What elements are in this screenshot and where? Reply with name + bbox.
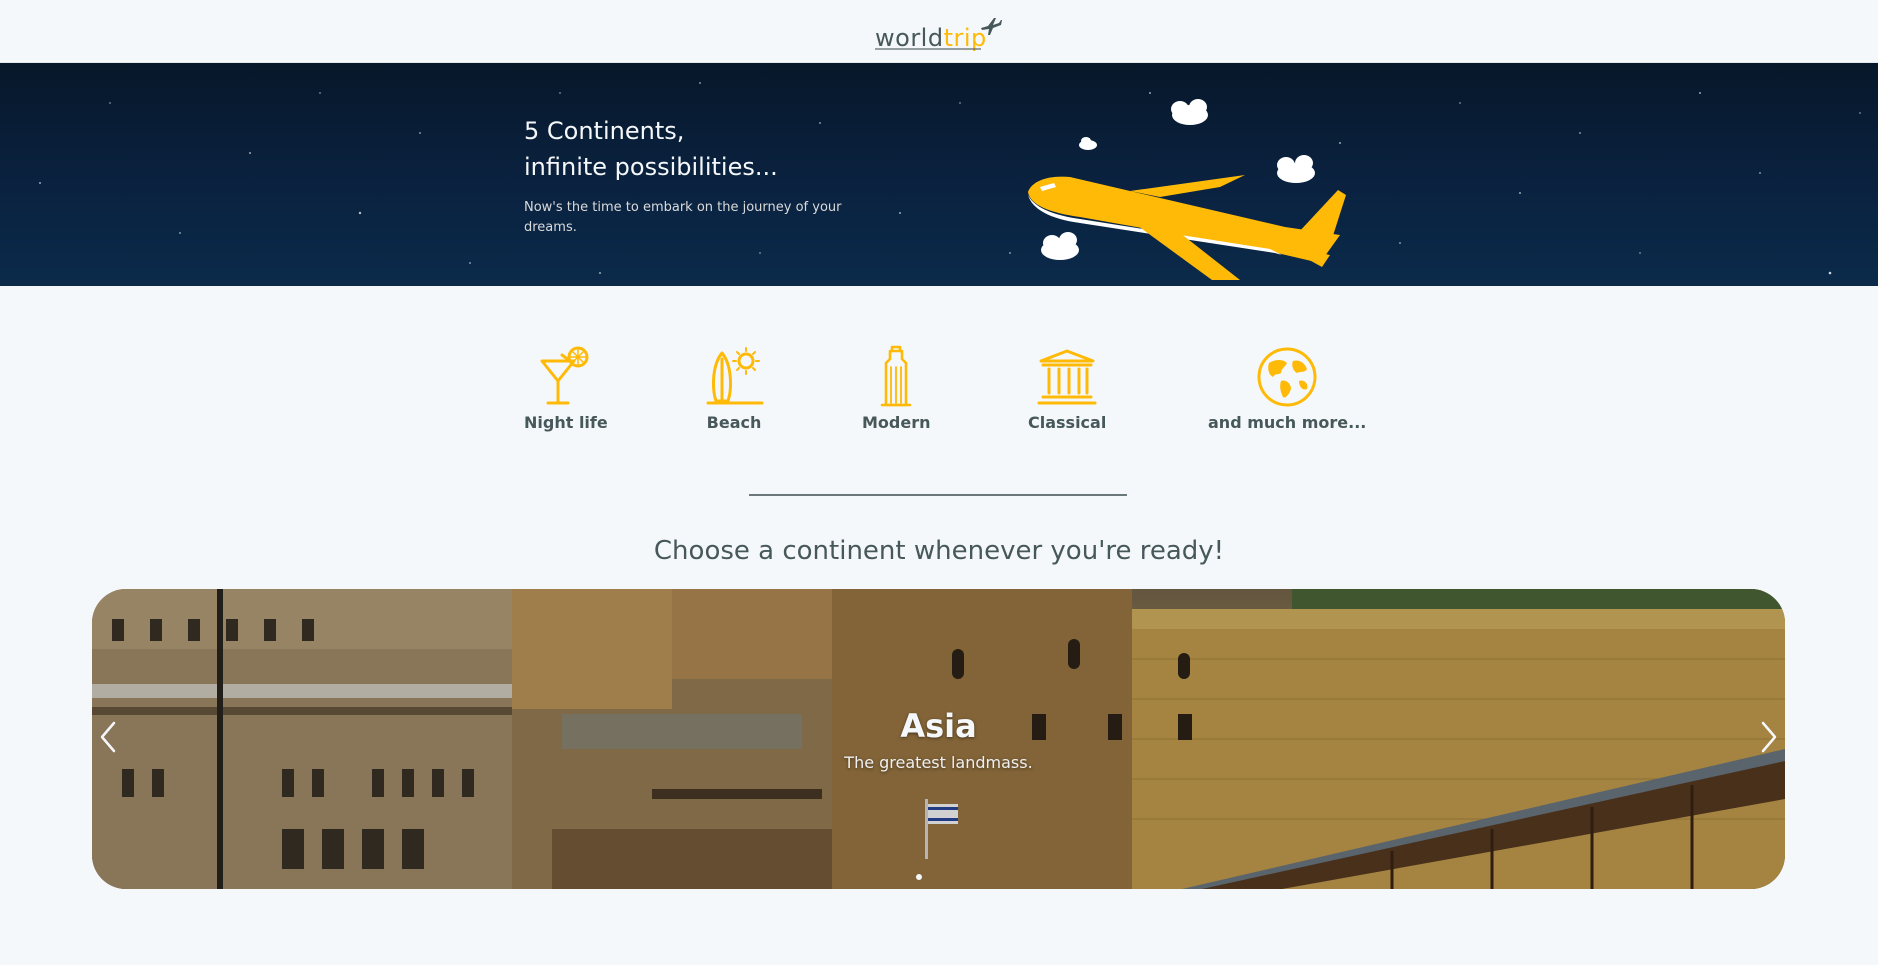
- airplane-icon: [981, 18, 1002, 35]
- continent-carousel[interactable]: Asia The greatest landmass.: [92, 589, 1785, 889]
- category-label: Modern: [862, 413, 931, 432]
- airplane-illustration: [1028, 99, 1346, 280]
- logo-underline: [875, 48, 981, 50]
- museum-icon: [1037, 349, 1097, 405]
- hero-banner: 5 Continents, infinite possibilities... …: [0, 63, 1878, 286]
- logo[interactable]: worldtrip: [873, 10, 1003, 52]
- header: worldtrip: [0, 0, 1878, 63]
- banner-title-line1: 5 Continents,: [524, 117, 685, 145]
- surfboard-sun-icon: [706, 347, 764, 405]
- category-label: Beach: [706, 413, 762, 432]
- banner-title: 5 Continents, infinite possibilities...: [524, 113, 864, 185]
- category-label: Night life: [524, 413, 608, 432]
- section-divider: [749, 494, 1127, 496]
- category-night-life[interactable]: Night life: [524, 345, 608, 432]
- stars-background: [39, 82, 1861, 275]
- chevron-left-icon[interactable]: [96, 717, 120, 757]
- category-more[interactable]: and much more...: [1208, 345, 1366, 432]
- slide-title[interactable]: Asia: [92, 707, 1785, 745]
- category-label: Classical: [1028, 413, 1107, 432]
- category-modern[interactable]: Modern: [862, 345, 931, 432]
- skyscraper-icon: [880, 345, 912, 407]
- banner-subtitle: Now's the time to embark on the journey …: [524, 200, 842, 235]
- chevron-right-icon[interactable]: [1757, 717, 1781, 757]
- section-title: Choose a continent whenever you're ready…: [653, 536, 1225, 566]
- globe-icon: [1257, 347, 1317, 407]
- category-classical[interactable]: Classical: [1028, 345, 1106, 432]
- travel-categories: Night life Beach Modern Classical and mu…: [500, 345, 1380, 435]
- carousel-dot-active[interactable]: [916, 874, 922, 880]
- slide-subtitle: The greatest landmass.: [844, 753, 1033, 772]
- category-label: and much more...: [1208, 413, 1367, 432]
- category-beach[interactable]: Beach: [702, 345, 766, 432]
- cocktail-icon: [540, 346, 589, 405]
- banner-title-line2: infinite possibilities...: [524, 153, 778, 181]
